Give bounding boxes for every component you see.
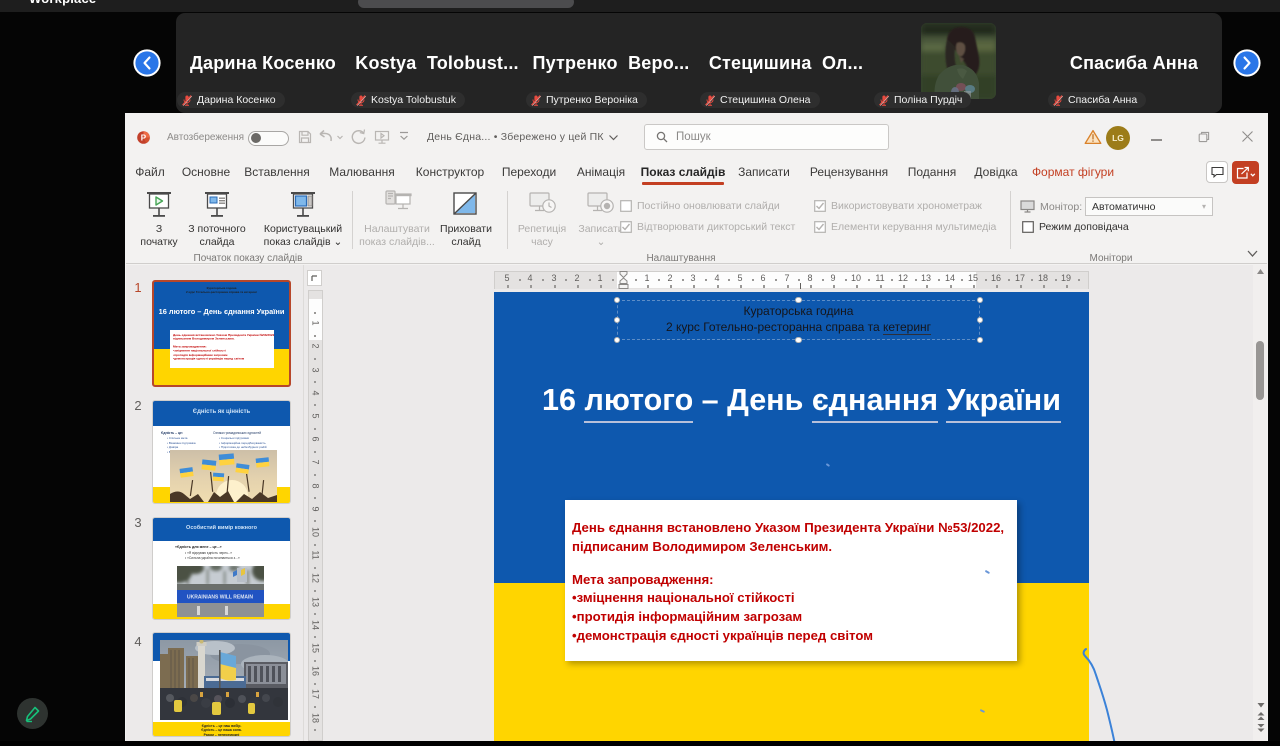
svg-text:P: P (141, 133, 147, 142)
svg-text:UKRAINIANS WILL REMAIN: UKRAINIANS WILL REMAIN (187, 595, 253, 601)
